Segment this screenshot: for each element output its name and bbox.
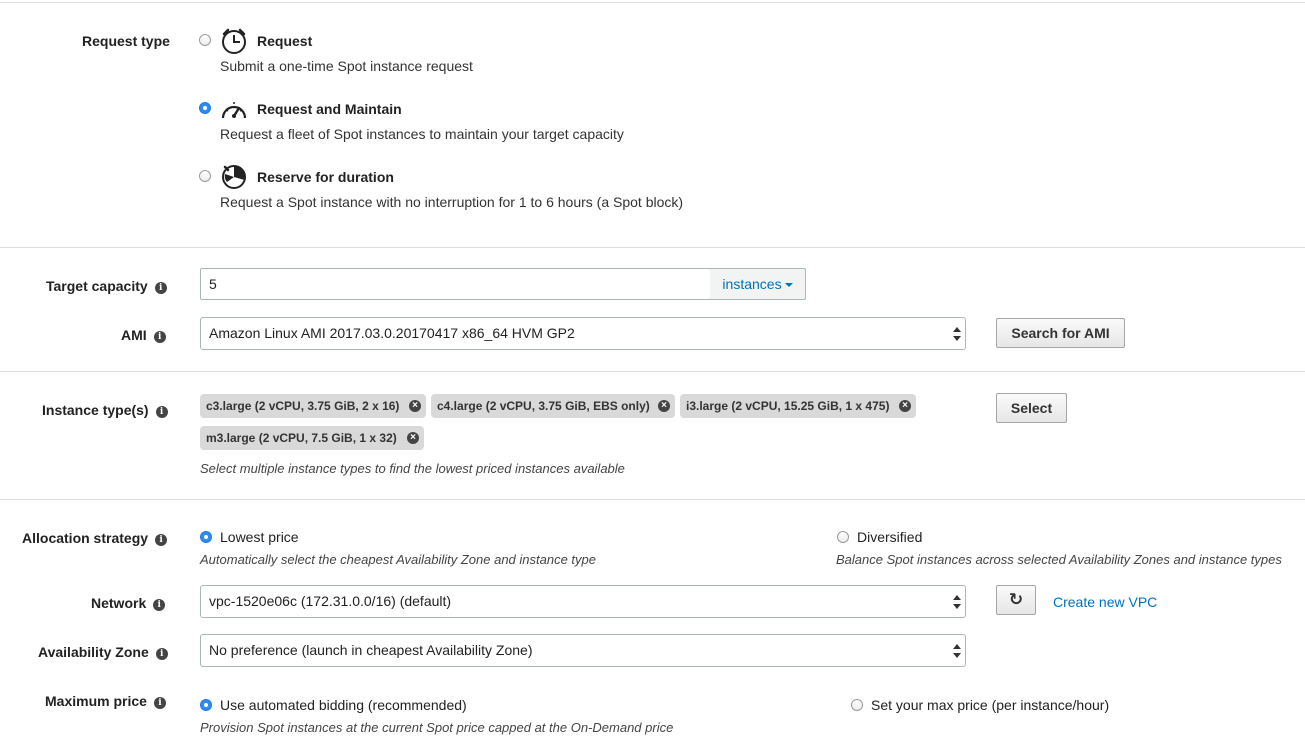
diversified-radio[interactable] xyxy=(837,531,849,543)
info-icon[interactable]: i xyxy=(154,282,167,294)
select-instance-types-button[interactable]: Select xyxy=(996,393,1067,423)
ami-label-text: AMI xyxy=(121,327,147,343)
instance-type-tag-label: m3.large (2 vCPU, 7.5 GiB, 1 x 32) xyxy=(206,431,397,445)
reserve-duration-desc: Request a Spot instance with no interrup… xyxy=(220,194,684,210)
ami-label: AMI i xyxy=(121,327,166,343)
automated-bidding-title: Use automated bidding (recommended) xyxy=(220,697,467,713)
divider-instance-types xyxy=(0,499,1305,500)
maximum-price-label: Maximum price i xyxy=(45,693,166,709)
refresh-button[interactable]: ↻ xyxy=(996,585,1036,615)
set-max-price-title: Set your max price (per instance/hour) xyxy=(871,697,1110,713)
lowest-price-desc: Automatically select the cheapest Availa… xyxy=(200,552,597,567)
reserve-duration-title: Reserve for duration xyxy=(257,169,394,185)
caret-down-icon xyxy=(784,283,793,287)
divider-top xyxy=(0,2,1305,3)
target-capacity-label-text: Target capacity xyxy=(46,278,148,294)
instance-types-label-text: Instance type(s) xyxy=(42,402,149,418)
target-capacity-input[interactable]: 5 xyxy=(200,268,711,300)
timer-icon xyxy=(222,165,246,189)
instance-type-tag-label: i3.large (2 vCPU, 15.25 GiB, 1 x 475) xyxy=(686,399,890,413)
info-icon[interactable]: i xyxy=(155,534,168,546)
availability-zone-select-value: No preference (launch in cheapest Availa… xyxy=(209,642,533,658)
request-and-maintain-title: Request and Maintain xyxy=(257,101,402,117)
instance-type-tag: m3.large (2 vCPU, 7.5 GiB, 1 x 32) × xyxy=(200,426,424,450)
remove-icon[interactable]: × xyxy=(407,432,419,444)
diversified-title: Diversified xyxy=(857,529,923,545)
info-icon[interactable]: i xyxy=(153,697,166,709)
automated-bidding-desc: Provision Spot instances at the current … xyxy=(200,720,674,735)
automated-bidding-radio[interactable] xyxy=(200,699,212,711)
maximum-price-label-text: Maximum price xyxy=(45,693,147,709)
refresh-icon: ↻ xyxy=(1008,590,1024,609)
select-arrows-icon xyxy=(953,644,961,658)
availability-zone-label-text: Availability Zone xyxy=(38,644,149,660)
network-select[interactable]: vpc-1520e06c (172.31.0.0/16) (default) xyxy=(200,585,966,618)
request-type-label: Request type xyxy=(82,33,170,49)
allocation-strategy-label-text: Allocation strategy xyxy=(22,530,149,546)
instance-type-tag-label: c3.large (2 vCPU, 3.75 GiB, 2 x 16) xyxy=(206,399,400,413)
info-icon[interactable]: i xyxy=(153,599,166,611)
request-option-title: Request xyxy=(257,33,313,49)
instance-type-tag: i3.large (2 vCPU, 15.25 GiB, 1 x 475) × xyxy=(680,394,916,418)
clock-icon xyxy=(222,28,246,54)
divider-ami xyxy=(0,371,1305,372)
info-icon[interactable]: i xyxy=(155,648,168,660)
ami-select[interactable]: Amazon Linux AMI 2017.03.0.20170417 x86_… xyxy=(200,317,966,350)
info-icon[interactable]: i xyxy=(153,331,166,343)
instance-type-tag: c4.large (2 vCPU, 3.75 GiB, EBS only) × xyxy=(431,394,675,418)
network-select-value: vpc-1520e06c (172.31.0.0/16) (default) xyxy=(209,593,452,609)
request-option-desc: Submit a one-time Spot instance request xyxy=(220,58,473,74)
network-label: Network i xyxy=(91,595,166,611)
diversified-desc: Balance Spot instances across selected A… xyxy=(836,552,1282,567)
capacity-unit-dropdown[interactable]: instances xyxy=(710,268,806,300)
request-and-maintain-desc: Request a fleet of Spot instances to mai… xyxy=(220,126,624,142)
select-arrows-icon xyxy=(953,327,961,341)
reserve-duration-radio[interactable] xyxy=(199,170,211,182)
divider-request-type xyxy=(0,247,1305,248)
create-new-vpc-link[interactable]: Create new VPC xyxy=(1053,594,1157,610)
set-max-price-radio[interactable] xyxy=(851,699,863,711)
lowest-price-radio[interactable] xyxy=(200,531,212,543)
ami-select-value: Amazon Linux AMI 2017.03.0.20170417 x86_… xyxy=(209,325,575,341)
allocation-strategy-label: Allocation strategy i xyxy=(22,530,168,546)
instance-type-tag-label: c4.large (2 vCPU, 3.75 GiB, EBS only) xyxy=(437,399,650,413)
info-icon[interactable]: i xyxy=(155,406,168,418)
gauge-icon xyxy=(221,102,247,119)
lowest-price-title: Lowest price xyxy=(220,529,299,545)
instance-types-hint: Select multiple instance types to find t… xyxy=(200,461,625,476)
remove-icon[interactable]: × xyxy=(409,400,421,412)
instance-types-label: Instance type(s) i xyxy=(42,402,168,418)
select-arrows-icon xyxy=(953,595,961,609)
remove-icon[interactable]: × xyxy=(899,400,911,412)
target-capacity-label: Target capacity i xyxy=(46,278,167,294)
remove-icon[interactable]: × xyxy=(658,400,670,412)
availability-zone-label: Availability Zone i xyxy=(38,644,168,660)
network-label-text: Network xyxy=(91,595,147,611)
request-and-maintain-radio[interactable] xyxy=(199,102,211,114)
instance-type-tag: c3.large (2 vCPU, 3.75 GiB, 2 x 16) × xyxy=(200,394,426,418)
availability-zone-select[interactable]: No preference (launch in cheapest Availa… xyxy=(200,634,966,667)
capacity-unit-label: instances xyxy=(722,276,782,292)
search-ami-button[interactable]: Search for AMI xyxy=(996,318,1125,348)
request-radio[interactable] xyxy=(199,34,211,46)
